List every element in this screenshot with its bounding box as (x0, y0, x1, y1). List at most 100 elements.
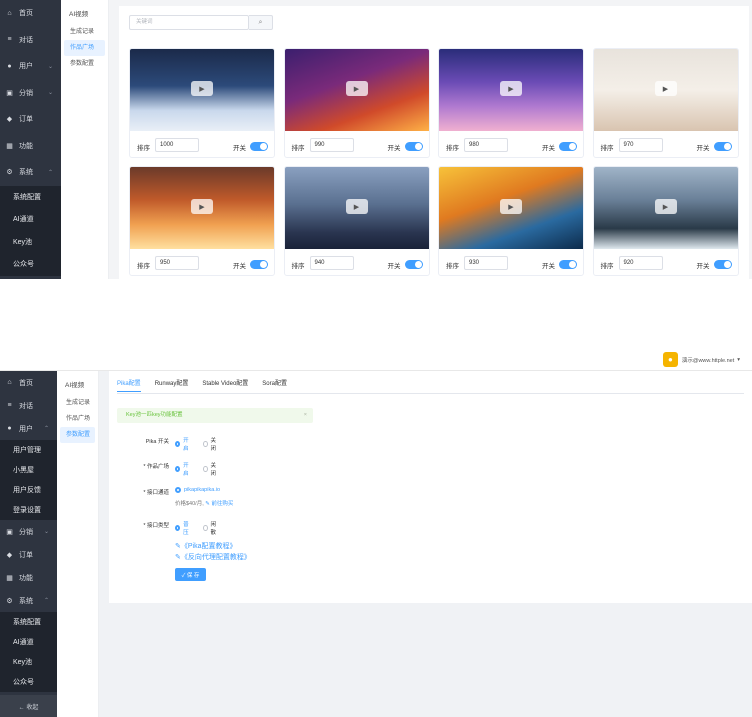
sidebar-subitem[interactable]: 系统配置 (0, 612, 57, 632)
sidebar-item[interactable]: ≡ 对话 (0, 27, 61, 54)
video-thumbnail[interactable]: ▶ (593, 49, 738, 131)
video-thumbnail[interactable]: ▶ (284, 49, 429, 131)
sort-input[interactable]: 940 (309, 256, 354, 270)
config-tab[interactable]: Sora配置 (262, 378, 287, 392)
sidebar-subitem[interactable]: Key池 (0, 652, 57, 672)
chat-icon: ≡ (7, 402, 12, 409)
visibility-toggle[interactable] (713, 260, 732, 269)
sidebar-subitem[interactable]: 公众号 (0, 253, 61, 276)
subnav-item[interactable]: 生成记录 (64, 24, 105, 40)
sidebar-subitem[interactable]: 小黑屋 (0, 460, 57, 480)
pika-tutorial-link[interactable]: ✎《Pika配置教程》 (175, 541, 236, 551)
channel-radio[interactable]: pikapikapika.io (175, 487, 220, 493)
play-icon[interactable]: ▶ (500, 199, 522, 214)
visibility-toggle[interactable] (404, 260, 423, 269)
sidebar-subitem[interactable]: 系统配置 (0, 185, 61, 208)
close-icon[interactable]: × (304, 408, 307, 423)
sub-navigation: AI视频 生成记录 作品广场 参数配置 (57, 371, 99, 717)
sidebar-item[interactable]: ⚙ 系统 ⌃ (0, 159, 61, 186)
sidebar-subitem[interactable]: AI通道 (0, 632, 57, 652)
sidebar-item[interactable]: ▣ 分销 ⌄ (0, 520, 57, 543)
sidebar-item-label: 功能 (19, 142, 33, 150)
collapse-button[interactable]: ← 收起 (0, 695, 57, 717)
subnav-item[interactable]: 作品广场 (60, 411, 95, 427)
sidebar-item[interactable]: ◆ 订单 (0, 543, 57, 566)
visibility-toggle[interactable] (559, 142, 577, 151)
subnav-item[interactable]: 作品广场 (64, 40, 105, 56)
video-thumbnail[interactable]: ▶ (130, 167, 274, 249)
switch-label: 开关 (233, 263, 246, 270)
sidebar-subitem[interactable]: Key池 (0, 230, 61, 253)
play-icon[interactable]: ▶ (191, 199, 213, 214)
sidebar-item[interactable]: ◆ 订单 (0, 106, 61, 133)
play-icon[interactable]: ▶ (345, 199, 368, 214)
subnav-item[interactable]: 参数配置 (60, 427, 95, 443)
sidebar-item[interactable]: ● 用户 ⌃ (0, 417, 57, 440)
video-thumbnail[interactable]: ▶ (284, 167, 429, 249)
visibility-toggle[interactable] (713, 142, 732, 151)
play-icon[interactable]: ▶ (191, 81, 213, 96)
sidebar-item-label: 订单 (19, 116, 33, 124)
gallery-off-radio[interactable]: 关闭 (203, 461, 218, 477)
play-icon[interactable]: ▶ (345, 81, 368, 96)
share-icon: ▣ (6, 528, 13, 536)
chevron-icon: ⌄ (47, 90, 53, 97)
video-card: ▶ 排序 950 开关 (129, 166, 275, 276)
video-thumbnail[interactable]: ▶ (439, 167, 583, 249)
play-icon[interactable]: ▶ (500, 81, 522, 96)
user-menu[interactable]: ● 演示@www.httple.net ▾ (662, 352, 740, 367)
pika-off-radio[interactable]: 关闭 (203, 436, 218, 452)
sort-input[interactable]: 930 (464, 256, 508, 270)
sidebar-subitem[interactable]: 登录设置 (0, 500, 57, 520)
search-input[interactable]: 关键词 (129, 15, 249, 30)
sidebar-item[interactable]: ⚙ 系统 ⌃ (0, 589, 57, 612)
video-thumbnail[interactable]: ▶ (593, 167, 738, 249)
sidebar-item[interactable]: ≡ 对话 (0, 394, 57, 417)
config-tab[interactable]: Pika配置 (117, 378, 141, 392)
play-icon[interactable]: ▶ (654, 81, 677, 96)
buy-link[interactable]: ✎ 前往购买 (205, 501, 233, 507)
gallery-on-radio[interactable]: 开启 (175, 461, 190, 477)
sort-input[interactable]: 920 (618, 256, 663, 270)
sidebar-subitem[interactable]: AI通道 (0, 208, 61, 231)
proxy-tutorial-link[interactable]: ✎《反向代理配置教程》 (175, 552, 251, 562)
visibility-toggle[interactable] (250, 260, 268, 269)
visibility-toggle[interactable] (404, 142, 423, 151)
sidebar-item[interactable]: ▦ 功能 (0, 566, 57, 589)
interface-opt2-radio[interactable]: 闲散 (203, 520, 218, 536)
sidebar-subitem-label: AI通道 (13, 639, 34, 646)
subnav-item[interactable]: 生成记录 (60, 395, 95, 411)
sidebar-item[interactable]: ⌂ 首页 (0, 371, 57, 394)
sidebar-subitem[interactable]: 公众号 (0, 672, 57, 692)
play-icon[interactable]: ▶ (654, 199, 677, 214)
visibility-toggle[interactable] (250, 142, 268, 151)
sidebar-item-label: 订单 (19, 551, 33, 559)
share-icon: ▣ (6, 89, 13, 97)
sort-input[interactable]: 970 (618, 138, 663, 152)
sidebar-item[interactable]: ● 用户 ⌄ (0, 53, 61, 80)
sidebar-item[interactable]: ▦ 功能 (0, 133, 61, 160)
sidebar-subitem-label: 登录设置 (13, 507, 41, 514)
save-button[interactable]: ✓ 保 存 (175, 568, 206, 581)
config-tab[interactable]: Stable Video配置 (202, 378, 248, 392)
search-button[interactable]: ⌕ (249, 15, 273, 30)
video-thumbnail[interactable]: ▶ (130, 49, 274, 131)
sort-input[interactable]: 950 (155, 256, 199, 270)
sort-input[interactable]: 990 (309, 138, 354, 152)
config-tab[interactable]: Runway配置 (155, 378, 189, 392)
video-card: ▶ 排序 990 开关 (283, 48, 430, 158)
sidebar-item[interactable]: ⌂ 首页 (0, 0, 61, 27)
sidebar-item[interactable]: ▣ 分销 ⌄ (0, 80, 61, 107)
alert-text: Key池一匹key功能配置 (126, 412, 183, 418)
interface-opt1-radio[interactable]: 普压 (175, 520, 190, 536)
pika-on-radio[interactable]: 开启 (175, 436, 190, 452)
card-footer: 排序 980 开关 (439, 131, 583, 157)
sort-input[interactable]: 1000 (155, 138, 199, 152)
chevron-icon: ⌄ (47, 63, 53, 70)
video-thumbnail[interactable]: ▶ (439, 49, 583, 131)
visibility-toggle[interactable] (559, 260, 577, 269)
sort-input[interactable]: 980 (464, 138, 508, 152)
sidebar-subitem[interactable]: 用户管理 (0, 440, 57, 460)
subnav-item[interactable]: 参数配置 (64, 56, 105, 72)
sidebar-subitem[interactable]: 用户反馈 (0, 480, 57, 500)
